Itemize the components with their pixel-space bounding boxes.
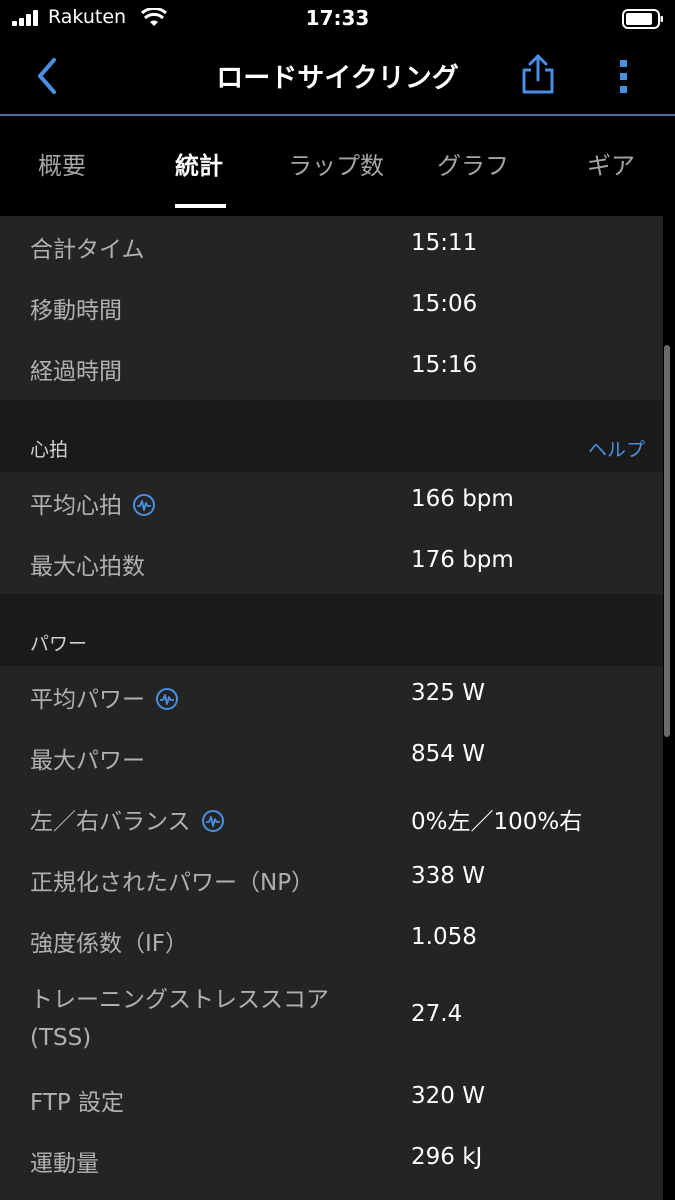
stat-value: 0%左／100%右	[411, 809, 583, 835]
heart-rate-info-icon[interactable]	[132, 493, 156, 517]
stats-list[interactable]: 合計タイム 15:11 移動時間 15:06 経過時間 15:16 心拍 ヘルプ…	[0, 216, 663, 1200]
time-section: 合計タイム 15:11 移動時間 15:06 経過時間 15:16	[0, 216, 663, 400]
scrollbar[interactable]	[664, 345, 670, 737]
heart-rate-section: 平均心拍 166 bpm 最大心拍数 176 bpm	[0, 472, 663, 594]
stat-value: 15:11	[411, 230, 478, 256]
stat-value: 166 bpm	[411, 486, 514, 512]
stat-row: 経過時間 15:16	[0, 338, 663, 399]
tab-stats[interactable]: 統計	[175, 146, 223, 181]
stat-label: 平均心拍	[30, 493, 122, 519]
stat-label: 運動量	[30, 1151, 99, 1177]
section-title: パワー	[30, 633, 88, 655]
stat-row: 強度係数（IF） 1.058	[0, 910, 663, 971]
page-title: ロードサイクリング	[216, 63, 459, 94]
status-bar: Rakuten 17:33	[0, 0, 675, 36]
share-icon[interactable]	[518, 52, 558, 96]
power-section-header: パワー	[0, 594, 663, 666]
stat-label: 左／右バランス	[30, 809, 191, 835]
stat-label: 正規化されたパワー（NP）	[30, 870, 315, 896]
stat-row: 最大心拍数 176 bpm	[0, 533, 663, 594]
stat-row: 平均パワー 325 W	[0, 666, 663, 727]
power-section: 平均パワー 325 W 最大パワー 854 W 左／右バランス 0%左／100%…	[0, 666, 663, 1200]
stat-row: 運動量 296 kJ	[0, 1130, 663, 1191]
stat-row: 正規化されたパワー（NP） 338 W	[0, 849, 663, 910]
help-link[interactable]: ヘルプ	[588, 435, 645, 462]
nav-bar: ロードサイクリング	[0, 36, 675, 114]
stat-value: 338 W	[411, 863, 485, 889]
active-tab-indicator	[175, 204, 226, 208]
tab-gear[interactable]: ギア	[587, 146, 635, 181]
tab-bar: 概要 統計 ラップ数 グラフ ギア	[0, 116, 675, 208]
stat-row: トレーニングストレススコア(TSS) 27.4	[0, 971, 663, 1067]
stat-label: 合計タイム	[30, 237, 145, 263]
power-info-icon[interactable]	[155, 687, 179, 711]
stat-row: 移動時間 15:06	[0, 277, 663, 338]
stat-row: 最大パワー 854 W	[0, 727, 663, 788]
battery-icon	[622, 9, 663, 29]
balance-info-icon[interactable]	[201, 809, 225, 833]
stat-value: 1.058	[411, 924, 477, 950]
stat-value: 854 W	[411, 741, 485, 767]
stat-label-with-info: 平均心拍	[30, 486, 156, 520]
stat-value: 176 bpm	[411, 547, 514, 573]
heart-rate-section-header: 心拍 ヘルプ	[0, 400, 663, 472]
more-vertical-icon[interactable]	[610, 54, 638, 98]
stat-label: 経過時間	[30, 359, 122, 385]
stat-value: 325 W	[411, 680, 485, 706]
stat-value: 15:06	[411, 291, 478, 317]
stat-value: 27.4	[411, 1001, 463, 1027]
stat-label: FTP 設定	[30, 1090, 125, 1116]
stat-label: トレーニングストレススコア(TSS)	[30, 987, 329, 1051]
stat-value: 15:16	[411, 352, 478, 378]
tab-graph[interactable]: グラフ	[437, 146, 509, 181]
stat-label: 強度係数（IF）	[30, 931, 189, 957]
tab-overview[interactable]: 概要	[38, 146, 86, 181]
stat-label-with-info: 左／右バランス	[30, 802, 225, 836]
stat-label: 移動時間	[30, 298, 122, 324]
status-time: 17:33	[305, 6, 370, 30]
stat-label: 最大心拍数	[30, 554, 145, 580]
stat-value: 296 kJ	[411, 1144, 483, 1170]
stat-row: 左／右バランス 0%左／100%右	[0, 788, 663, 849]
stat-label-with-info: 平均パワー	[30, 680, 179, 714]
tab-laps[interactable]: ラップ数	[288, 146, 384, 181]
stat-row: FTP 設定 320 W	[0, 1069, 663, 1130]
stat-label: 最大パワー	[30, 748, 145, 774]
stat-row: 合計タイム 15:11	[0, 216, 663, 277]
section-title: 心拍	[30, 439, 69, 461]
stat-row: 平均心拍 166 bpm	[0, 472, 663, 533]
stat-label: 平均パワー	[30, 687, 145, 713]
stat-value: 320 W	[411, 1083, 485, 1109]
